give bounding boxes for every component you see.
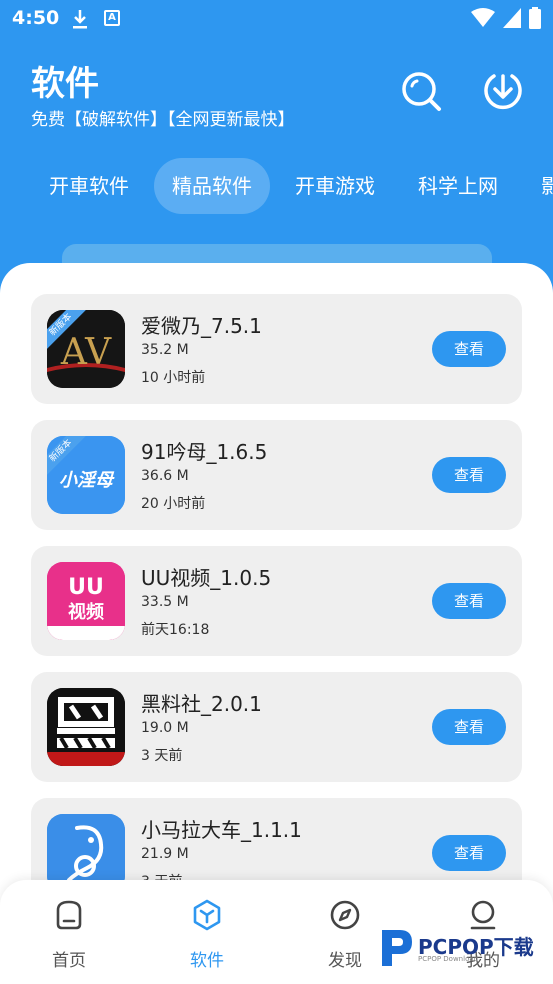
compass-icon bbox=[330, 900, 360, 930]
app-size: 36.6 M bbox=[141, 468, 189, 484]
tab-jingpin-software[interactable]: 精品软件 bbox=[154, 158, 270, 214]
app-size: 33.5 M bbox=[141, 594, 189, 610]
battery-icon bbox=[529, 7, 541, 29]
download-circle-icon[interactable] bbox=[482, 70, 524, 112]
signal-icon bbox=[503, 8, 521, 28]
status-time: 4:50 bbox=[12, 7, 60, 29]
uu-video-logo-icon: UU 视频 bbox=[47, 562, 125, 640]
tab-kaiche-software[interactable]: 开車软件 bbox=[31, 158, 147, 214]
app-time: 前天16:18 bbox=[141, 622, 210, 638]
svg-text:AV: AV bbox=[60, 332, 112, 373]
status-bar: 4:50 A bbox=[0, 0, 553, 38]
av-logo-icon: AV 新版本 bbox=[47, 310, 125, 388]
app-name: 黑料社_2.0.1 bbox=[141, 692, 262, 716]
search-icon[interactable] bbox=[400, 70, 442, 112]
heiliaoshe-logo-icon bbox=[47, 688, 125, 766]
tab-kaiche-games[interactable]: 开車游戏 bbox=[277, 158, 393, 214]
watermark: PCPOP下载 PCPOP Download bbox=[376, 926, 548, 970]
xiao-yin-mu-logo-icon: 小淫母 新版本 bbox=[47, 436, 125, 514]
nav-home[interactable]: 首页 bbox=[19, 898, 119, 971]
app-name: UU视频_1.0.5 bbox=[141, 566, 272, 590]
icon-text: 小淫母 bbox=[59, 470, 115, 491]
view-button[interactable]: 查看 bbox=[432, 835, 506, 871]
nav-label: 首页 bbox=[52, 951, 86, 971]
app-time: 10 小时前 bbox=[141, 370, 206, 386]
download-icon bbox=[73, 10, 87, 29]
app-time: 3 天前 bbox=[141, 748, 183, 764]
icon-text: UU bbox=[68, 575, 104, 600]
nav-software[interactable]: 软件 bbox=[157, 898, 257, 971]
view-button[interactable]: 查看 bbox=[432, 583, 506, 619]
status-right bbox=[471, 7, 541, 29]
tab-ying[interactable]: 影 bbox=[523, 158, 553, 214]
a-notification-icon: A bbox=[104, 10, 120, 26]
app-size: 19.0 M bbox=[141, 720, 189, 736]
app-name: 91吟母_1.6.5 bbox=[141, 440, 268, 464]
list-item[interactable]: 黑料社_2.0.1 19.0 M 3 天前 查看 bbox=[31, 672, 522, 782]
app-name: 小马拉大车_1.1.1 bbox=[141, 818, 302, 842]
tab-science-internet[interactable]: 科学上网 bbox=[400, 158, 516, 214]
app-size: 35.2 M bbox=[141, 342, 189, 358]
page-title: 软件 bbox=[31, 64, 99, 104]
app-size: 21.9 M bbox=[141, 846, 189, 862]
wifi-icon bbox=[471, 8, 495, 27]
list-item[interactable]: AV 新版本 爱微乃_7.5.1 35.2 M 10 小时前 查看 bbox=[31, 294, 522, 404]
view-button[interactable]: 查看 bbox=[432, 709, 506, 745]
watermark-sub: PCPOP Download bbox=[418, 955, 479, 963]
app-list: AV 新版本 爱微乃_7.5.1 35.2 M 10 小时前 查看 小淫母 新版… bbox=[0, 263, 553, 984]
app-time: 20 小时前 bbox=[141, 496, 206, 512]
home-icon bbox=[56, 900, 82, 930]
view-button[interactable]: 查看 bbox=[432, 331, 506, 367]
app-name: 爱微乃_7.5.1 bbox=[141, 314, 262, 338]
icon-text: 视频 bbox=[68, 601, 104, 623]
nav-label: 软件 bbox=[190, 951, 224, 971]
category-tabs: 开車软件 精品软件 开車游戏 科学上网 影 bbox=[0, 158, 553, 214]
list-item[interactable]: UU 视频 UU视频_1.0.5 33.5 M 前天16:18 查看 bbox=[31, 546, 522, 656]
page-subtitle: 免费【破解软件】【全网更新最快】 bbox=[31, 110, 295, 130]
cube-icon bbox=[193, 899, 221, 931]
watermark-logo-icon bbox=[382, 930, 412, 966]
view-button[interactable]: 查看 bbox=[432, 457, 506, 493]
list-item[interactable]: 小淫母 新版本 91吟母_1.6.5 36.6 M 20 小时前 查看 bbox=[31, 420, 522, 530]
